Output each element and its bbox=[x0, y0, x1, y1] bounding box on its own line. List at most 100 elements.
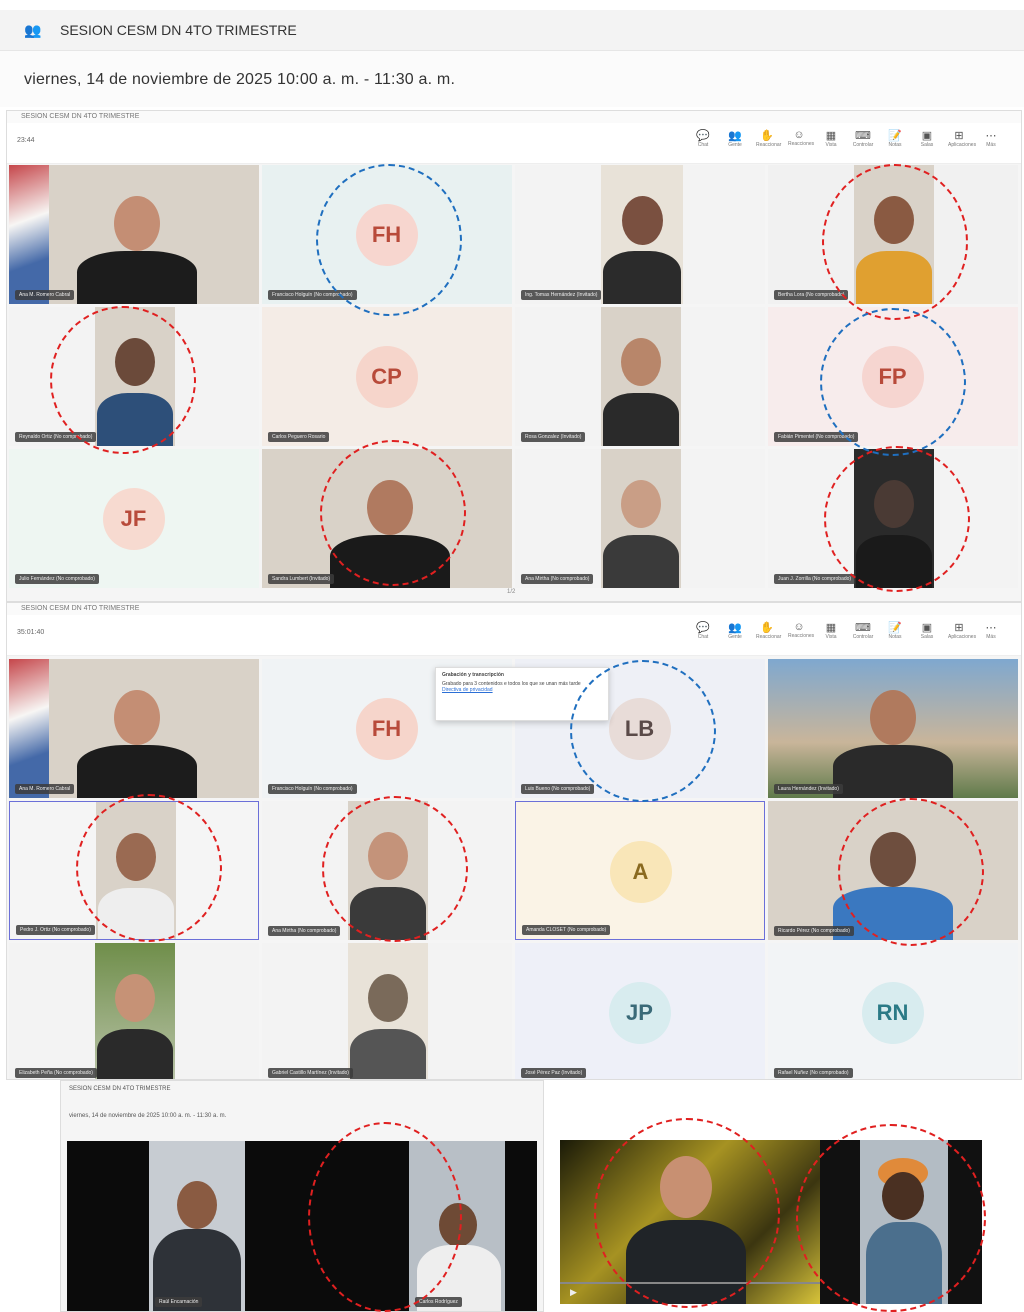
participant-tile[interactable]: Ana M. Romero Cabral bbox=[9, 659, 259, 798]
view-icon: ▦ bbox=[825, 622, 837, 634]
participant-tile[interactable]: Elizabeth Peña (No comprobado) bbox=[9, 943, 259, 1079]
apps-button[interactable]: ⊞ Aplicaciones bbox=[948, 621, 977, 640]
toolbar-label: Aplicaciones bbox=[948, 142, 977, 148]
meeting-toolbar: 23:44 💬 Chat 👥 Gente ✋ Reaccionar ☺ Reacciones ▦… bbox=[7, 123, 1021, 164]
participant-video bbox=[601, 307, 681, 446]
rooms-button[interactable]: ▣ Salas bbox=[916, 129, 938, 148]
participant-name: Laura Hernández (Invitado) bbox=[774, 784, 843, 794]
play-icon[interactable]: ▶ bbox=[570, 1287, 577, 1298]
window-title: SESION CESM DN 4TO TRIMESTRE bbox=[21, 605, 140, 612]
raise-hand-button[interactable]: ✋ Reaccionar bbox=[756, 621, 781, 640]
toolbar-label: Chat bbox=[697, 142, 709, 148]
chat-button[interactable]: 💬 Chat bbox=[692, 129, 714, 148]
participant-name: Juan J. Zorrilla (No comprobado) bbox=[774, 574, 856, 584]
participant-video bbox=[601, 165, 683, 304]
window-title-bar: SESION CESM DN 4TO TRIMESTRE bbox=[7, 603, 1021, 615]
participant-avatar: RN bbox=[861, 981, 924, 1044]
toolbar-label: Gente bbox=[728, 142, 742, 148]
people-icon: 👥 bbox=[728, 130, 742, 142]
participant-video bbox=[348, 943, 428, 1079]
people-button[interactable]: 👥 Gente bbox=[724, 129, 746, 148]
view-button[interactable]: ▦ Vista bbox=[820, 621, 842, 640]
participant-name: José Pérez Paz (Invitado) bbox=[521, 1068, 587, 1078]
people-icon: 👥 bbox=[728, 622, 742, 634]
toolbar-label: Vista bbox=[825, 634, 837, 640]
notes-button[interactable]: 📝 Notas bbox=[884, 621, 906, 640]
notes-button[interactable]: 📝 Notas bbox=[884, 129, 906, 148]
participant-tile[interactable]: Gabriel Castillo Martínez (Invitado) bbox=[262, 943, 512, 1079]
rooms-icon: ▣ bbox=[921, 130, 933, 142]
meeting-datetime-bar: viernes, 14 de noviembre de 2025 10:00 a… bbox=[0, 51, 1024, 107]
privacy-link[interactable]: Directiva de privacidad bbox=[442, 687, 602, 693]
more-icon: ⋯ bbox=[985, 622, 997, 634]
meeting-title-bar: 👥 SESION CESM DN 4TO TRIMESTRE bbox=[0, 10, 1024, 51]
more-button[interactable]: ⋯ Más bbox=[980, 621, 1002, 640]
participant-tile[interactable]: Ing. Tomas Hernández (Invitado) bbox=[515, 165, 765, 304]
participant-tile[interactable]: JF Julio Fernández (No comprobado) bbox=[9, 449, 259, 588]
raise-hand-icon: ✋ bbox=[760, 130, 774, 142]
toolbar-label: Reaccionar bbox=[756, 142, 782, 148]
toolbar-label: Más bbox=[986, 634, 996, 640]
toolbar-label: Controlar bbox=[852, 142, 874, 148]
participant-tile[interactable]: CP Carlos Peguero Rosario bbox=[262, 307, 512, 446]
participant-avatar: JF bbox=[102, 487, 165, 550]
toolbar-label: Más bbox=[986, 142, 996, 148]
participant-name: Gabriel Castillo Martínez (Invitado) bbox=[268, 1068, 353, 1078]
control-icon: ⌨ bbox=[855, 622, 871, 634]
participant-tile[interactable]: Laura Hernández (Invitado) bbox=[768, 659, 1018, 798]
view-button[interactable]: ▦ Vista bbox=[820, 129, 842, 148]
toolbar-label: Reacciones bbox=[788, 141, 815, 147]
reactions-button[interactable]: ☺ Reacciones bbox=[788, 129, 815, 147]
participant-video[interactable]: Raúl Encarnación bbox=[149, 1141, 245, 1311]
reactions-button[interactable]: ☺ Reacciones bbox=[788, 621, 814, 639]
participant-name: Raúl Encarnación bbox=[155, 1297, 203, 1307]
blue-annotation-circle bbox=[570, 660, 716, 802]
control-button[interactable]: ⌨ Controlar bbox=[852, 129, 874, 148]
red-annotation-circle bbox=[322, 796, 468, 942]
reactions-icon: ☺ bbox=[793, 621, 805, 633]
toolbar-label: Salas bbox=[920, 634, 934, 640]
more-button[interactable]: ⋯ Más bbox=[980, 129, 1002, 148]
window-title: SESION CESM DN 4TO TRIMESTRE bbox=[69, 1086, 171, 1092]
participant-video bbox=[9, 165, 259, 304]
notes-icon: 📝 bbox=[888, 622, 902, 634]
participant-avatar: JP bbox=[608, 981, 671, 1044]
participant-tile[interactable]: RN Rafael Nuñez (No comprobado) bbox=[768, 943, 1018, 1079]
popup-title: Grabación y transcripción bbox=[442, 672, 504, 678]
toolbar-label: Aplicaciones bbox=[948, 634, 977, 640]
participant-tile[interactable]: JP José Pérez Paz (Invitado) bbox=[515, 943, 765, 1079]
toolbar-label: Notas bbox=[888, 142, 902, 148]
toolbar-label: Chat bbox=[697, 634, 709, 640]
participant-tile[interactable]: Ana Mirtha (No comprobado) bbox=[515, 449, 765, 588]
view-icon: ▦ bbox=[825, 130, 837, 142]
participant-name: Ricardo Pérez (No comprobado) bbox=[774, 926, 854, 936]
toolbar-label: Gente bbox=[728, 634, 742, 640]
participant-tile[interactable]: A Amanda CLOSET (No comprobado) bbox=[515, 801, 765, 940]
participant-name: Elizabeth Peña (No comprobado) bbox=[15, 1068, 97, 1078]
participant-video bbox=[601, 449, 681, 588]
participant-tile[interactable]: Ana M. Romero Cabral bbox=[9, 165, 259, 304]
window-title: SESION CESM DN 4TO TRIMESTRE bbox=[21, 113, 140, 120]
participant-name: Pedro J. Ortiz (No comprobado) bbox=[16, 925, 95, 935]
chat-button[interactable]: 💬 Chat bbox=[692, 621, 714, 640]
participant-tile[interactable]: Rosa Gonzalez (Invitado) bbox=[515, 307, 765, 446]
rooms-button[interactable]: ▣ Salas bbox=[916, 621, 938, 640]
people-button[interactable]: 👥 Gente bbox=[724, 621, 746, 640]
red-annotation-circle bbox=[594, 1118, 780, 1308]
meeting-timer: 23:44 bbox=[17, 137, 35, 144]
meeting-title: SESION CESM DN 4TO TRIMESTRE bbox=[60, 22, 297, 38]
participant-name: Francisco Holguín (No comprobado) bbox=[268, 784, 357, 794]
red-annotation-circle bbox=[50, 306, 196, 454]
control-button[interactable]: ⌨ Controlar bbox=[852, 621, 874, 640]
reactions-icon: ☺ bbox=[793, 129, 805, 141]
participant-name: Luis Bueno (No comprobado) bbox=[521, 784, 595, 794]
red-annotation-circle bbox=[796, 1124, 986, 1312]
raise-hand-button[interactable]: ✋ Reaccionar bbox=[756, 129, 782, 148]
participant-name: Carlos Peguero Rosario bbox=[268, 432, 330, 442]
participant-name: Julio Fernández (No comprobado) bbox=[15, 574, 99, 584]
red-annotation-circle bbox=[838, 798, 984, 946]
participant-name: Sandra Lumbert (Invitado) bbox=[268, 574, 335, 584]
apps-button[interactable]: ⊞ Aplicaciones bbox=[948, 129, 977, 148]
page-indicator[interactable]: 1/2 bbox=[507, 589, 515, 595]
red-annotation-circle bbox=[824, 446, 970, 592]
